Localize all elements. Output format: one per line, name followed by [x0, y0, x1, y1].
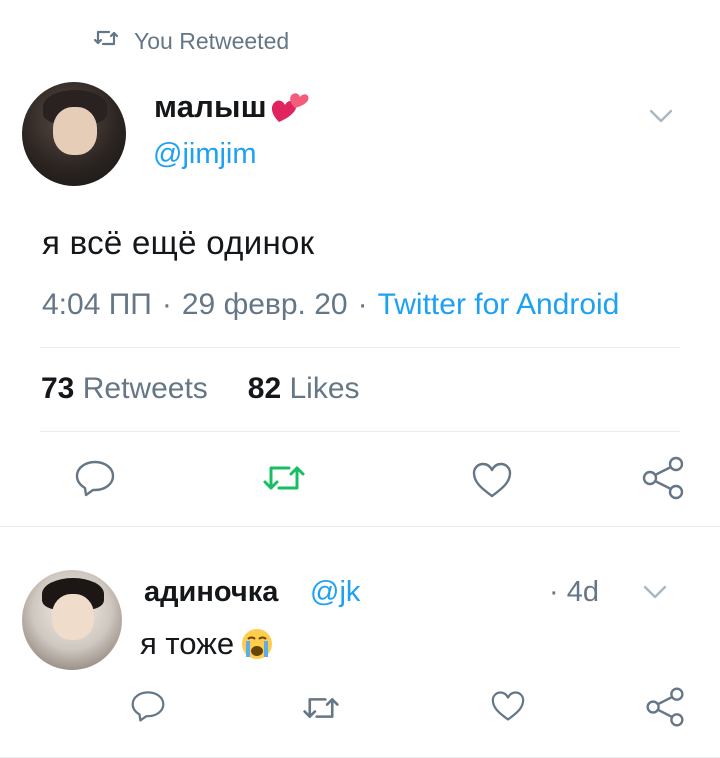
like-button[interactable]	[490, 690, 526, 722]
avatar[interactable]	[22, 82, 126, 186]
tweet-text: я всё ещё одинок	[42, 224, 315, 261]
tweet-meta: 4:04 ПП · 29 февр. 20 · Twitter for Android	[42, 288, 620, 321]
author-name-text: малыш	[154, 89, 267, 124]
retweet-icon	[303, 698, 339, 718]
reply-text-content: я тоже	[140, 626, 235, 661]
tweet-detail-screen: You Retweeted малыш @jimjim я всё ещё од…	[0, 0, 720, 758]
retweet-icon	[263, 466, 305, 490]
divider	[40, 431, 680, 432]
share-button[interactable]	[640, 455, 686, 501]
heart-icon	[472, 462, 512, 498]
tweet-date: 29 февр. 20	[181, 288, 348, 321]
retweet-context-icon	[92, 24, 120, 58]
author-handle[interactable]: @jimjim	[153, 138, 257, 171]
tweet-time: 4:04 ПП	[42, 288, 152, 321]
two-hearts-emoji-icon	[271, 93, 309, 122]
retweets-stat[interactable]: 73 Retweets	[41, 372, 208, 406]
loudly-crying-face-emoji-icon	[242, 629, 273, 659]
reply-timestamp: · 4d	[549, 576, 599, 608]
chevron-down-icon[interactable]	[648, 108, 674, 124]
author-display-name[interactable]: малыш	[154, 88, 311, 126]
divider	[40, 347, 680, 348]
reply-button[interactable]	[74, 458, 116, 498]
retweet-context: You Retweeted	[92, 24, 289, 58]
retweet-context-label: You Retweeted	[134, 27, 290, 54]
reply-icon	[75, 460, 115, 497]
retweet-button[interactable]	[302, 694, 340, 722]
chevron-down-icon[interactable]	[642, 584, 668, 600]
reply-text: я тоже	[140, 626, 274, 662]
divider	[0, 526, 720, 527]
share-icon	[646, 687, 684, 727]
tweet-stats: 73 Retweets 82 Likes	[41, 372, 360, 406]
like-button[interactable]	[471, 461, 513, 499]
likes-stat[interactable]: 82 Likes	[248, 372, 360, 406]
reply-icon	[131, 691, 165, 722]
retweet-button[interactable]	[262, 462, 306, 494]
reply-author-name[interactable]: адиночка	[144, 576, 278, 609]
share-button[interactable]	[644, 686, 686, 728]
share-icon	[642, 456, 684, 500]
heart-icon	[491, 691, 525, 721]
reply-author-handle[interactable]: @jk	[310, 576, 360, 609]
reply-button[interactable]	[130, 689, 166, 723]
tweet-source-link[interactable]: Twitter for Android	[378, 288, 620, 321]
reply-avatar[interactable]	[22, 570, 122, 670]
